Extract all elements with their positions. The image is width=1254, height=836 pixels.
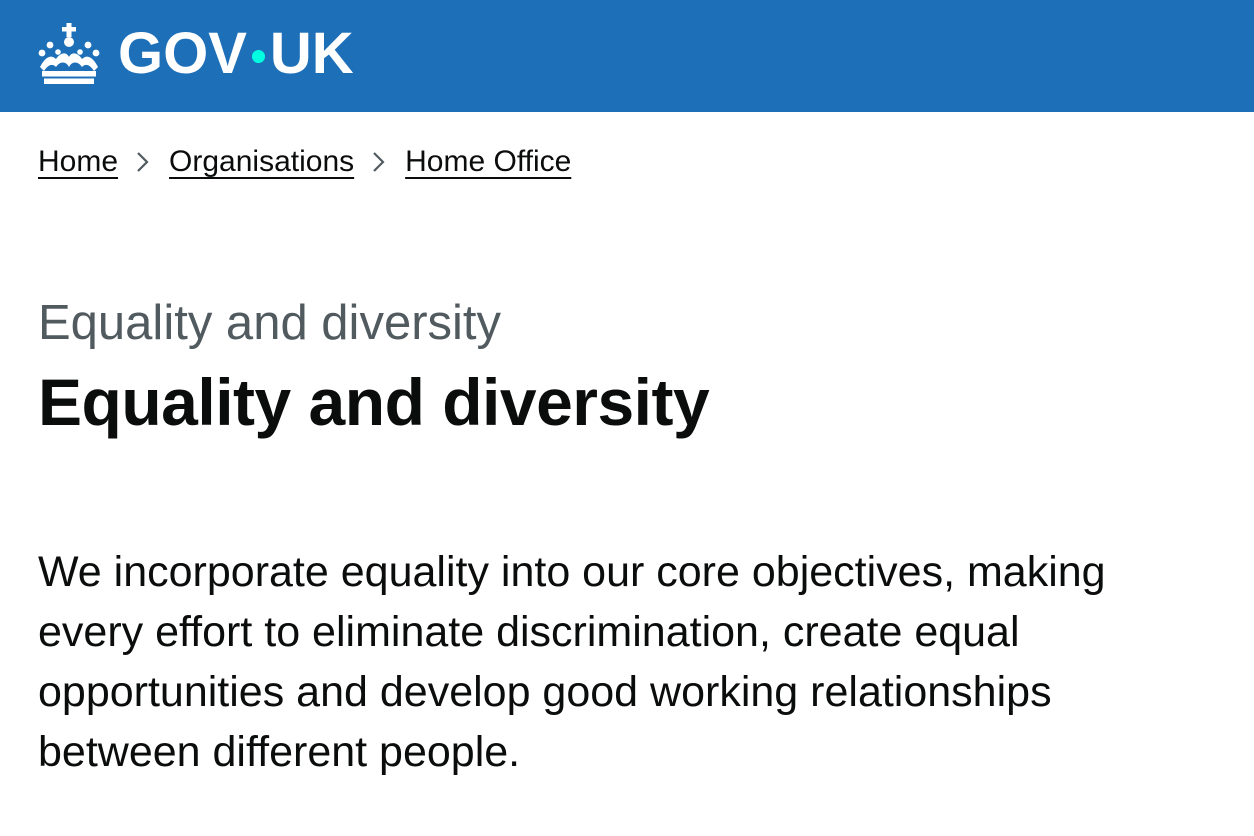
breadcrumb-link-home-office[interactable]: Home Office: [405, 140, 571, 184]
page-caption: Equality and diversity: [38, 296, 502, 350]
logo-text-gov: GOV: [118, 21, 247, 86]
govuk-home-logo-link[interactable]: GOV UK: [36, 14, 354, 94]
logo-text-uk: UK: [269, 21, 354, 86]
crown-icon: [38, 23, 100, 84]
breadcrumb-link-organisations[interactable]: Organisations: [169, 140, 354, 184]
chevron-right-icon: [137, 152, 149, 172]
page-title: Equality and diversity: [38, 365, 710, 439]
site-header: GOV UK: [0, 0, 1254, 112]
chevron-right-icon: [373, 152, 385, 172]
lead-paragraph: We incorporate equality into our core ob…: [38, 548, 1106, 776]
breadcrumb: Home Organisations Home Office: [38, 140, 571, 184]
govuk-wordmark: GOV UK: [118, 25, 354, 83]
breadcrumb-link-home[interactable]: Home: [38, 140, 118, 184]
logo-dot: [251, 49, 265, 63]
